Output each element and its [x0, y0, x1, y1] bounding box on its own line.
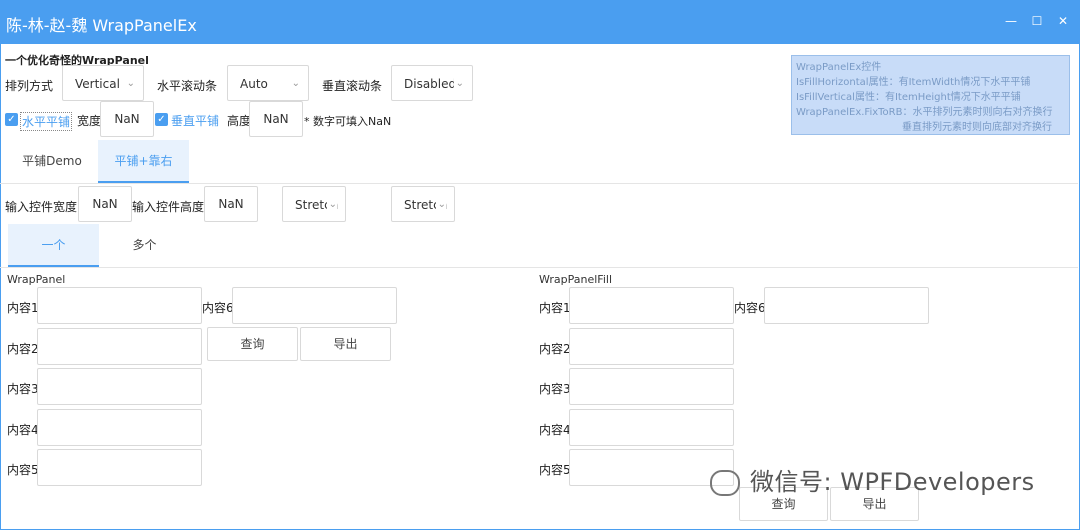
- vscroll-value: Disabled: [404, 77, 457, 91]
- width-input[interactable]: NaN: [100, 101, 154, 137]
- export-button[interactable]: 导出: [300, 327, 391, 361]
- width-label: 宽度: [77, 114, 102, 128]
- minimize-icon[interactable]: —: [1004, 14, 1018, 28]
- orientation-value: Vertical: [75, 77, 120, 91]
- valign-select[interactable]: Stretch ⌄: [391, 186, 455, 222]
- content5-label: 内容5: [539, 463, 571, 477]
- info-line: WrapPanelEx.FixToRB：水平排列元素时则向右对齐换行: [796, 107, 1053, 118]
- fill-horizontal-checkbox[interactable]: ✓: [5, 113, 18, 126]
- content1-label: 内容1: [7, 301, 39, 315]
- content6-label: 内容6: [202, 301, 234, 315]
- wrappanel-title: WrapPanel: [7, 273, 66, 286]
- ctrl-height-input[interactable]: NaN: [204, 186, 258, 222]
- vscroll-select[interactable]: Disabled ⌄: [391, 65, 473, 101]
- tab-multiple[interactable]: 多个: [99, 224, 190, 266]
- title-bar: 陈-林-赵-魏 WrapPanelEx — ☐ ✕: [0, 0, 1080, 44]
- maximize-icon[interactable]: ☐: [1030, 14, 1044, 28]
- height-label: 高度: [227, 114, 252, 128]
- content3-label: 内容3: [539, 382, 571, 396]
- content4-label: 内容4: [7, 423, 39, 437]
- chevron-down-icon: ⌄: [326, 187, 337, 221]
- hscroll-label: 水平滚动条: [157, 79, 218, 93]
- chevron-down-icon: ⌄: [435, 187, 446, 221]
- wechat-icon: [710, 470, 740, 496]
- content6-label: 内容6: [734, 301, 766, 315]
- info-line: 垂直排列元素时则向底部对齐换行: [902, 122, 1052, 133]
- wechat-watermark: 微信号: WPFDevelopers: [710, 462, 1035, 497]
- info-panel: WrapPanelEx控件 IsFillHorizontal属性：有ItemWi…: [791, 55, 1070, 135]
- info-line: IsFillHorizontal属性：有ItemWidth情况下水平平铺: [796, 77, 1031, 88]
- content1-input[interactable]: [569, 287, 734, 324]
- content4-input[interactable]: [569, 409, 734, 446]
- content1-input[interactable]: [37, 287, 202, 324]
- query-button[interactable]: 查询: [207, 327, 298, 361]
- content4-label: 内容4: [539, 423, 571, 437]
- vscroll-label: 垂直滚动条: [322, 79, 383, 93]
- ctrl-width-input[interactable]: NaN: [78, 186, 132, 222]
- content6-input[interactable]: [232, 287, 397, 324]
- content5-label: 内容5: [7, 463, 39, 477]
- tab-fill-demo[interactable]: 平铺Demo: [8, 140, 96, 182]
- window-title: 陈-林-赵-魏 WrapPanelEx: [6, 16, 197, 35]
- info-line: IsFillVertical属性：有ItemHeight情况下水平平铺: [796, 92, 1021, 103]
- orientation-label: 排列方式: [5, 79, 54, 93]
- tab-single[interactable]: 一个: [8, 224, 99, 267]
- info-line: WrapPanelEx控件: [796, 62, 882, 73]
- tab-fill-right[interactable]: 平铺+靠右: [98, 140, 189, 183]
- content2-input[interactable]: [37, 328, 202, 365]
- chevron-down-icon: ⌄: [291, 78, 300, 89]
- fill-horizontal-label[interactable]: 水平平铺: [20, 112, 73, 131]
- hscroll-select[interactable]: Auto ⌄: [227, 65, 309, 101]
- content2-input[interactable]: [569, 328, 734, 365]
- tab-divider: [0, 183, 1078, 184]
- content1-label: 内容1: [539, 301, 571, 315]
- height-input[interactable]: NaN: [249, 101, 303, 137]
- fill-vertical-checkbox[interactable]: ✓: [155, 113, 168, 126]
- halign-select[interactable]: Stretch ⌄: [282, 186, 346, 222]
- ctrl-height-label: 输入控件高度: [132, 200, 205, 214]
- hscroll-value: Auto: [240, 77, 268, 91]
- close-icon[interactable]: ✕: [1056, 14, 1070, 28]
- content3-label: 内容3: [7, 382, 39, 396]
- tab-divider: [0, 267, 1078, 268]
- content2-label: 内容2: [539, 342, 571, 356]
- fill-vertical-label[interactable]: 垂直平铺: [171, 112, 219, 129]
- content3-input[interactable]: [569, 368, 734, 405]
- nan-note: * 数字可填入NaN: [304, 115, 392, 128]
- content3-input[interactable]: [37, 368, 202, 405]
- content6-input[interactable]: [764, 287, 929, 324]
- content2-label: 内容2: [7, 342, 39, 356]
- chevron-down-icon: ⌄: [453, 66, 464, 100]
- chevron-down-icon: ⌄: [126, 78, 135, 89]
- watermark-text: 微信号: WPFDevelopers: [750, 468, 1035, 496]
- content5-input[interactable]: [37, 449, 202, 486]
- orientation-select[interactable]: Vertical ⌄: [62, 65, 144, 101]
- ctrl-width-label: 输入控件宽度: [5, 200, 78, 214]
- wrappanelfill-title: WrapPanelFill: [539, 273, 612, 286]
- content4-input[interactable]: [37, 409, 202, 446]
